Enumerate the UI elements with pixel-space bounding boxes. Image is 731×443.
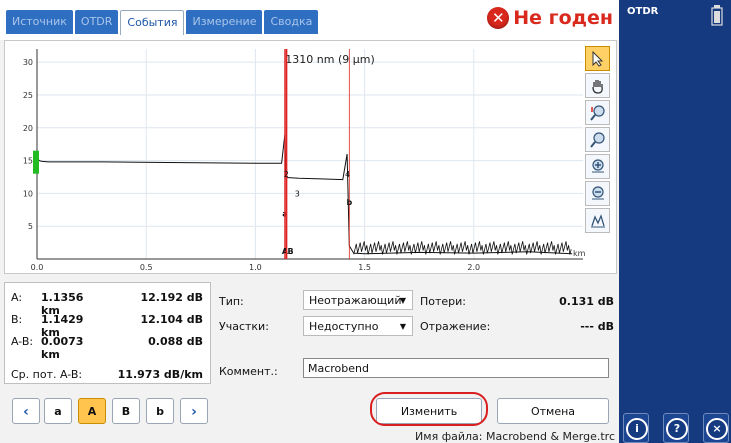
sections-label: Участки:	[219, 320, 269, 333]
type-select[interactable]: Неотражающий ▼	[303, 290, 413, 310]
tab-bar: Источник OTDR События Измерение Сводка ✕…	[0, 0, 619, 40]
marker-b-small-button[interactable]: b	[146, 398, 174, 424]
marker-info-box: A: 1.1356 km 12.192 dB B: 1.1429 km 12.1…	[4, 282, 211, 384]
chevron-left-icon: ‹	[23, 404, 29, 420]
close-button[interactable]: ×	[706, 418, 728, 440]
tab-events[interactable]: События	[120, 10, 185, 35]
y-tick-label: 5	[28, 222, 33, 231]
x-tick-label: 1.5	[358, 263, 371, 272]
avg-loss-label: Ср. пот. A-B:	[11, 368, 83, 381]
type-label: Тип:	[219, 295, 244, 308]
y-tick-label: 15	[23, 157, 33, 166]
launch-marker	[33, 150, 39, 174]
loss-label: Потери:	[420, 295, 467, 308]
info-button[interactable]: i	[626, 418, 648, 440]
marker-a-button[interactable]: A	[78, 398, 106, 424]
graph-toolbox	[585, 46, 612, 233]
comment-field[interactable]: Macrobend	[303, 358, 609, 378]
sections-select-value: Недоступно	[309, 320, 379, 333]
fail-x-icon: ✕	[487, 7, 510, 29]
pointer-icon[interactable]	[585, 46, 610, 71]
b-label: B:	[11, 313, 23, 326]
a-db: 12.192 dB	[140, 291, 203, 304]
reflectance-label: Отражение:	[420, 320, 491, 333]
loss-value: 0.131 dB	[559, 295, 614, 308]
tab-otdr[interactable]: OTDR	[74, 10, 119, 34]
next-event-button[interactable]: ›	[180, 398, 208, 424]
ab-db: 0.088 dB	[148, 335, 203, 348]
main-panel: Источник OTDR События Измерение Сводка ✕…	[0, 0, 619, 443]
chevron-down-icon: ▼	[399, 296, 406, 305]
x-tick-label: 1.0	[249, 263, 262, 272]
x-tick-label: 0.0	[31, 263, 44, 272]
marker-a-small-button[interactable]: a	[44, 398, 72, 424]
a-label: A:	[11, 291, 23, 304]
chevron-down-icon: ▼	[399, 322, 406, 331]
event-label: 2	[284, 170, 289, 179]
modify-button[interactable]: Изменить	[376, 398, 482, 424]
sections-select[interactable]: Недоступно ▼	[303, 316, 413, 336]
tab-measurement[interactable]: Измерение	[186, 10, 263, 34]
x-tick-label: 2.0	[467, 263, 480, 272]
comment-label: Коммент.:	[219, 365, 278, 378]
zoom-markers-icon[interactable]	[585, 100, 610, 125]
status-badge: ✕ Не годен	[487, 7, 613, 29]
y-tick-label: 25	[23, 91, 33, 100]
marker-label-B: B	[288, 247, 294, 256]
type-select-value: Неотражающий	[309, 294, 402, 307]
b-db: 12.104 dB	[140, 313, 203, 326]
zoom-out-icon[interactable]	[585, 181, 610, 206]
zoom-fit-icon[interactable]	[585, 127, 610, 152]
trace-line	[36, 134, 573, 255]
marker-label-b: b	[346, 198, 352, 207]
event-label: 4	[345, 170, 350, 179]
prev-event-button[interactable]: ‹	[12, 398, 40, 424]
tab-summary[interactable]: Сводка	[264, 10, 319, 34]
reflectance-value: --- dB	[580, 320, 614, 333]
otdr-app: Источник OTDR События Измерение Сводка ✕…	[0, 0, 731, 443]
ab-distance: 0.0073 km	[41, 335, 84, 361]
ab-label: A-B:	[11, 335, 34, 348]
avg-loss-value: 11.973 dB/km	[117, 368, 203, 381]
pan-hand-icon[interactable]	[585, 73, 610, 98]
battery-icon	[711, 5, 723, 26]
help-button[interactable]: ?	[666, 418, 688, 440]
side-panel: OTDR i ? ×	[619, 0, 731, 443]
event-label: 3	[295, 190, 300, 199]
file-name: Имя файла: Macrobend & Merge.trc	[415, 430, 615, 443]
zoom-in-icon[interactable]	[585, 154, 610, 179]
y-tick-label: 30	[23, 58, 33, 67]
marker-b-button[interactable]: B	[112, 398, 140, 424]
x-tick-label: 0.5	[140, 263, 153, 272]
x-axis-label: km	[573, 249, 586, 258]
cancel-button[interactable]: Отмена	[497, 398, 609, 424]
trace-chart[interactable]: 0.0 0.5 1.0 1.5 2.0 5 10 15 20 25 30 km 1310 nm (9 μ…	[5, 41, 616, 273]
side-title: OTDR	[627, 6, 659, 17]
y-tick-label: 10	[23, 189, 33, 198]
tabs: Источник OTDR События Измерение Сводка	[6, 10, 319, 35]
y-tick-label: 20	[23, 124, 33, 133]
zoom-full-icon[interactable]	[585, 208, 610, 233]
chevron-right-icon: ›	[191, 404, 197, 420]
trace-graph[interactable]: 0.0 0.5 1.0 1.5 2.0 5 10 15 20 25 30 km 1310 nm (9 μ…	[4, 40, 617, 274]
chart-title: 1310 nm (9 μm)	[285, 53, 374, 66]
status-text: Не годен	[513, 7, 613, 29]
tab-source[interactable]: Источник	[6, 10, 73, 34]
